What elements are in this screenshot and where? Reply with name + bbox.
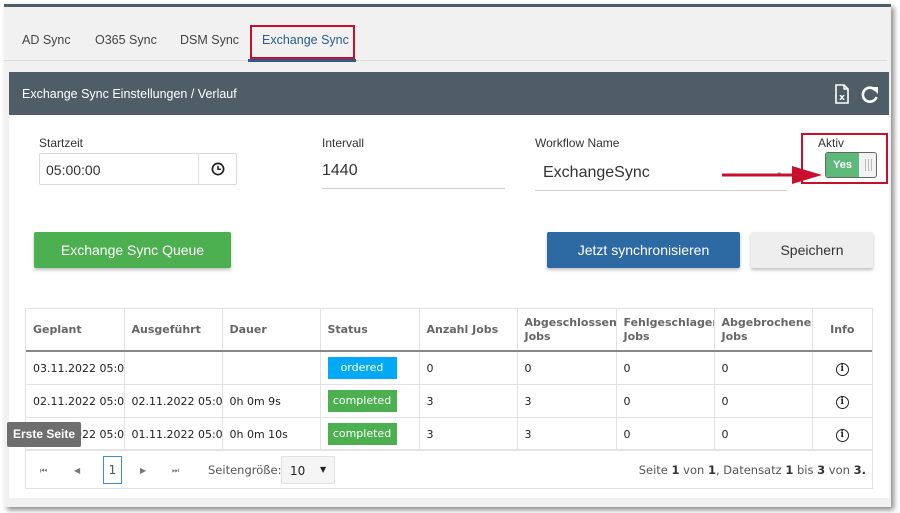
exchange-sync-queue-button[interactable]: Exchange Sync Queue bbox=[34, 232, 231, 268]
col-abgebrochene-jobs[interactable]: Abgebrochene Jobs bbox=[714, 309, 813, 352]
status-badge: ordered bbox=[327, 357, 397, 379]
refresh-icon[interactable] bbox=[860, 84, 878, 104]
workflow-value: ExchangeSync bbox=[543, 164, 650, 181]
cell-ausgefuehrt: 01.11.2022 05:00: bbox=[124, 417, 223, 451]
cell-fehlgeschlagen: 0 bbox=[616, 384, 715, 418]
cell-status: ordered bbox=[320, 351, 420, 385]
cell-dauer: 0h 0m 10s bbox=[222, 417, 321, 451]
tab-o365-sync[interactable]: O365 Sync bbox=[95, 24, 157, 60]
toggle-grip-icon bbox=[865, 159, 873, 171]
cell-abgebrochen: 0 bbox=[714, 417, 813, 451]
cell-ausgefuehrt bbox=[124, 351, 223, 385]
cell-geplant: 03.11.2022 05:00: bbox=[26, 351, 125, 385]
cell-abgeschlossen: 0 bbox=[517, 351, 617, 385]
cell-anzahl: 0 bbox=[419, 351, 518, 385]
pager: ⏮ ◀ 1 ▶ ⏭ Seitengröße: 10 ▼ Seite 1 von … bbox=[26, 449, 872, 491]
cell-abgebrochen: 0 bbox=[714, 384, 813, 418]
sync-history-table: Geplant Ausgeführt Dauer Status Anzahl J… bbox=[26, 309, 872, 451]
table-row[interactable]: 02.11.2022 05:00: 02.11.2022 05:00: 0h 0… bbox=[26, 384, 872, 418]
chevron-down-icon: ▼ bbox=[320, 465, 327, 474]
intervall-input[interactable]: 1440 bbox=[322, 156, 505, 189]
toggle-on-label: Yes bbox=[826, 153, 859, 177]
sync-now-button[interactable]: Jetzt synchronisieren bbox=[547, 232, 740, 268]
annotation-arrow-icon bbox=[722, 166, 822, 184]
active-tab-indicator bbox=[248, 59, 356, 62]
clock-icon bbox=[211, 162, 225, 176]
tab-ad-sync[interactable]: AD Sync bbox=[22, 24, 71, 60]
svg-text:x: x bbox=[839, 93, 845, 103]
cell-anzahl: 3 bbox=[419, 384, 518, 418]
col-fehlgeschlagene-jobs[interactable]: Fehlgeschlagene Jobs bbox=[616, 309, 715, 352]
first-page-tooltip: Erste Seite bbox=[7, 422, 82, 447]
tab-dsm-sync[interactable]: DSM Sync bbox=[180, 24, 239, 60]
col-ausgefuehrt[interactable]: Ausgeführt bbox=[124, 309, 223, 352]
sync-history-grid: Geplant Ausgeführt Dauer Status Anzahl J… bbox=[25, 308, 873, 489]
cell-abgeschlossen: 3 bbox=[517, 384, 617, 418]
save-button[interactable]: Speichern bbox=[751, 232, 873, 268]
first-page-icon[interactable]: ⏮ bbox=[40, 466, 47, 476]
cell-ausgefuehrt: 02.11.2022 05:00: bbox=[124, 384, 223, 418]
pager-info: Seite 1 von 1, Datensatz 1 bis 3 von 3. bbox=[638, 463, 866, 477]
cell-geplant: 02.11.2022 05:00: bbox=[26, 384, 125, 418]
aktiv-toggle[interactable]: Yes bbox=[825, 152, 877, 178]
cell-info: i bbox=[812, 417, 872, 451]
current-page-button[interactable]: 1 bbox=[103, 456, 122, 484]
clock-button[interactable] bbox=[198, 154, 236, 184]
col-geplant[interactable]: Geplant bbox=[26, 309, 125, 352]
page-size-value: 10 bbox=[290, 464, 306, 478]
col-info: Info bbox=[812, 309, 872, 352]
status-badge: completed bbox=[327, 423, 397, 445]
info-icon[interactable]: i bbox=[835, 428, 849, 442]
prev-page-icon[interactable]: ◀ bbox=[74, 466, 80, 475]
col-status[interactable]: Status bbox=[320, 309, 420, 352]
startzeit-input[interactable]: 05:00:00 bbox=[39, 153, 237, 185]
cell-fehlgeschlagen: 0 bbox=[616, 417, 715, 451]
cell-status: completed bbox=[320, 384, 420, 418]
table-row[interactable]: 03.11.2022 05:00: ordered 0 0 0 0 i bbox=[26, 351, 872, 385]
cell-status: completed bbox=[320, 417, 420, 451]
excel-export-icon[interactable]: x bbox=[834, 84, 852, 104]
table-row[interactable]: 01.11.2022 05:00: 01.11.2022 05:00: 0h 0… bbox=[26, 417, 872, 451]
intervall-value: 1440 bbox=[322, 162, 358, 179]
next-page-icon[interactable]: ▶ bbox=[140, 466, 146, 475]
cell-fehlgeschlagen: 0 bbox=[616, 351, 715, 385]
cell-info: i bbox=[812, 384, 872, 418]
col-abgeschlossene-jobs[interactable]: Abgeschlossene Jobs bbox=[517, 309, 617, 352]
last-page-icon[interactable]: ⏭ bbox=[172, 466, 179, 476]
tab-exchange-sync[interactable]: Exchange Sync bbox=[262, 24, 349, 60]
info-icon[interactable]: i bbox=[835, 395, 849, 409]
info-icon[interactable]: i bbox=[835, 362, 849, 376]
cell-abgebrochen: 0 bbox=[714, 351, 813, 385]
cell-dauer bbox=[222, 351, 321, 385]
intervall-label: Intervall bbox=[322, 136, 365, 150]
panel-header: Exchange Sync Einstellungen / Verlauf x bbox=[9, 72, 889, 115]
col-anzahl-jobs[interactable]: Anzahl Jobs bbox=[419, 309, 518, 352]
workflow-label: Workflow Name bbox=[535, 136, 620, 150]
startzeit-value: 05:00:00 bbox=[46, 162, 101, 178]
cell-info: i bbox=[812, 351, 872, 385]
cell-dauer: 0h 0m 9s bbox=[222, 384, 321, 418]
page-size-select[interactable]: 10 ▼ bbox=[281, 456, 335, 484]
panel-title: Exchange Sync Einstellungen / Verlauf bbox=[22, 87, 237, 101]
cell-abgeschlossen: 3 bbox=[517, 417, 617, 451]
aktiv-label: Aktiv bbox=[818, 136, 845, 150]
status-badge: completed bbox=[327, 390, 397, 412]
table-header-row: Geplant Ausgeführt Dauer Status Anzahl J… bbox=[26, 309, 872, 352]
cell-anzahl: 3 bbox=[419, 417, 518, 451]
settings-panel: Exchange Sync Einstellungen / Verlauf x … bbox=[9, 72, 889, 498]
col-dauer[interactable]: Dauer bbox=[222, 309, 321, 352]
startzeit-label: Startzeit bbox=[39, 136, 84, 150]
page-size-label: Seitengröße: bbox=[208, 463, 282, 477]
tabs-divider bbox=[4, 60, 887, 61]
